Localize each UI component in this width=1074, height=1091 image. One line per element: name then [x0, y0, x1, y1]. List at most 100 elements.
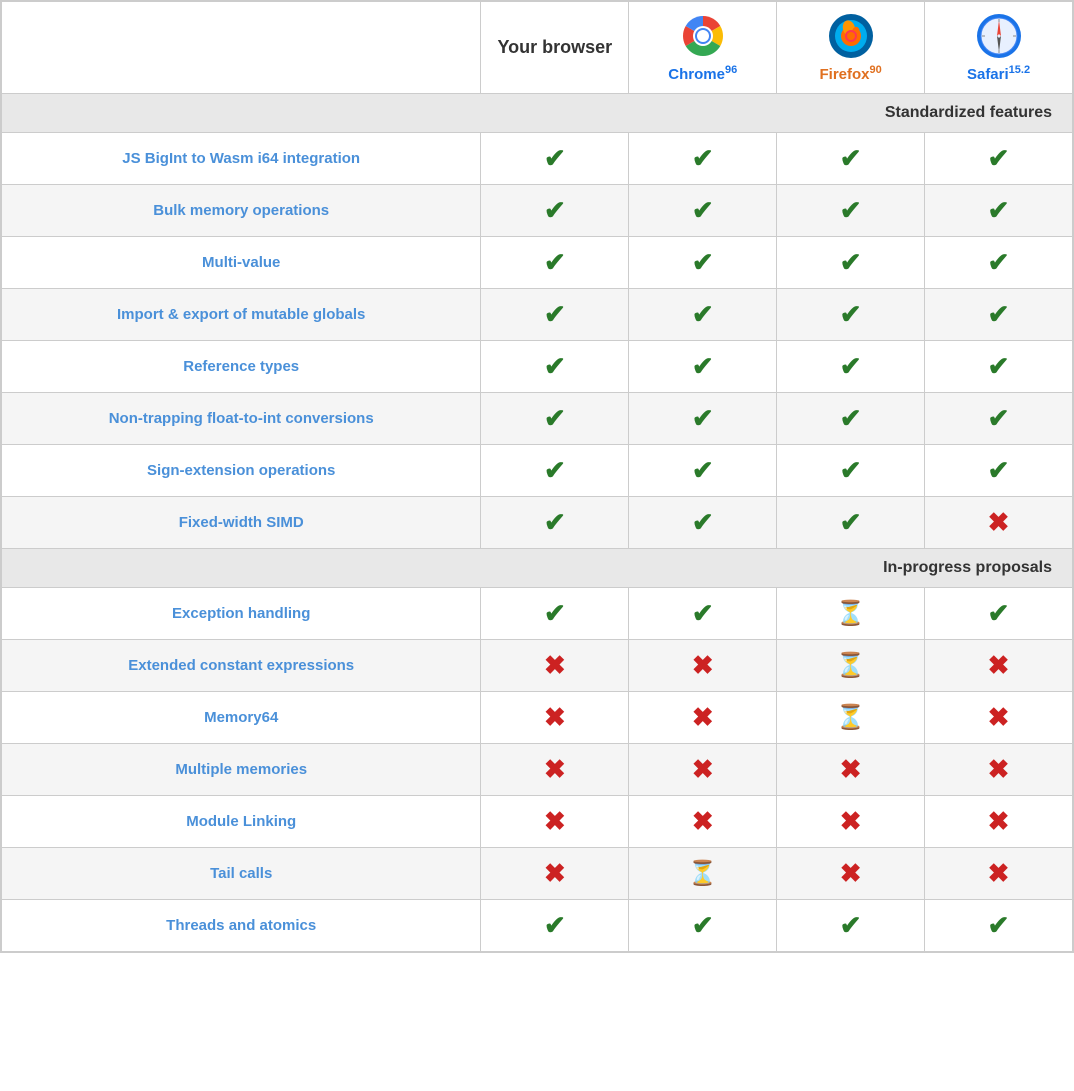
feature-name: Multiple memories	[2, 744, 481, 796]
safari-icon	[975, 12, 1023, 60]
safari-cell: ✖	[925, 744, 1073, 796]
firefox-version: 90	[870, 64, 882, 76]
feature-name: JS BigInt to Wasm i64 integration	[2, 133, 481, 185]
cross-icon: ✖	[988, 650, 1010, 680]
table-row: Reference types ✔ ✔ ✔ ✔	[2, 341, 1073, 393]
check-icon: ✔	[544, 195, 566, 225]
chrome-cell: ✔	[629, 445, 777, 497]
safari-cell: ✖	[925, 848, 1073, 900]
your-browser-cell: ✖	[481, 744, 629, 796]
firefox-cell: ⏳	[777, 640, 925, 692]
firefox-cell: ✔	[777, 133, 925, 185]
check-icon: ✔	[692, 403, 714, 433]
feature-name: Import & export of mutable globals	[2, 289, 481, 341]
cross-icon: ✖	[988, 702, 1010, 732]
check-icon: ✔	[840, 455, 862, 485]
check-icon: ✔	[692, 351, 714, 381]
safari-name: Safari15.2	[967, 64, 1030, 83]
feature-name: Multi-value	[2, 237, 481, 289]
safari-cell: ✖	[925, 796, 1073, 848]
hourglass-icon: ⏳	[688, 860, 718, 887]
chrome-cell: ✔	[629, 497, 777, 549]
check-icon: ✔	[544, 403, 566, 433]
safari-cell: ✔	[925, 900, 1073, 952]
check-icon: ✔	[988, 598, 1010, 628]
safari-cell: ✔	[925, 289, 1073, 341]
firefox-cell: ✔	[777, 289, 925, 341]
chrome-cell: ✔	[629, 185, 777, 237]
table-row: Threads and atomics ✔ ✔ ✔ ✔	[2, 900, 1073, 952]
check-icon: ✔	[840, 403, 862, 433]
table-row: Multi-value ✔ ✔ ✔ ✔	[2, 237, 1073, 289]
cross-icon: ✖	[988, 754, 1010, 784]
cross-icon: ✖	[544, 858, 566, 888]
chrome-cell: ✔	[629, 393, 777, 445]
cross-icon: ✖	[544, 650, 566, 680]
feature-col-header	[2, 2, 481, 94]
check-icon: ✔	[692, 598, 714, 628]
table-row: Bulk memory operations ✔ ✔ ✔ ✔	[2, 185, 1073, 237]
your-browser-header: Your browser	[481, 2, 629, 94]
firefox-cell: ✔	[777, 445, 925, 497]
cross-icon: ✖	[840, 806, 862, 836]
check-icon: ✔	[840, 910, 862, 940]
chrome-header: Chrome96	[629, 2, 777, 94]
chrome-name: Chrome96	[668, 64, 737, 83]
table-body: Standardized features JS BigInt to Wasm …	[2, 94, 1073, 952]
safari-cell: ✔	[925, 588, 1073, 640]
safari-cell: ✔	[925, 341, 1073, 393]
cross-icon: ✖	[988, 806, 1010, 836]
header-row: Your browser	[2, 2, 1073, 94]
hourglass-icon: ⏳	[836, 600, 866, 627]
safari-cell: ✖	[925, 692, 1073, 744]
your-browser-cell: ✔	[481, 237, 629, 289]
table-row: JS BigInt to Wasm i64 integration ✔ ✔ ✔ …	[2, 133, 1073, 185]
firefox-cell: ✖	[777, 848, 925, 900]
chrome-icon	[679, 12, 727, 60]
your-browser-cell: ✔	[481, 185, 629, 237]
check-icon: ✔	[544, 598, 566, 628]
firefox-cell: ✔	[777, 341, 925, 393]
safari-cell: ✖	[925, 497, 1073, 549]
section-header-1: In-progress proposals	[2, 549, 1073, 588]
your-browser-cell: ✖	[481, 848, 629, 900]
hourglass-icon: ⏳	[836, 652, 866, 679]
chrome-cell: ✖	[629, 796, 777, 848]
check-icon: ✔	[988, 299, 1010, 329]
firefox-cell: ✔	[777, 237, 925, 289]
chrome-cell: ✔	[629, 900, 777, 952]
check-icon: ✔	[544, 143, 566, 173]
check-icon: ✔	[988, 403, 1010, 433]
cross-icon: ✖	[692, 702, 714, 732]
table-row: Tail calls ✖ ⏳ ✖ ✖	[2, 848, 1073, 900]
your-browser-cell: ✖	[481, 692, 629, 744]
feature-name: Non-trapping float-to-int conversions	[2, 393, 481, 445]
check-icon: ✔	[544, 910, 566, 940]
your-browser-cell: ✔	[481, 393, 629, 445]
chrome-cell: ✔	[629, 237, 777, 289]
check-icon: ✔	[988, 247, 1010, 277]
check-icon: ✔	[840, 195, 862, 225]
table-row: Non-trapping float-to-int conversions ✔ …	[2, 393, 1073, 445]
firefox-cell: ✔	[777, 393, 925, 445]
section-title: In-progress proposals	[2, 549, 1073, 588]
section-header-0: Standardized features	[2, 94, 1073, 133]
firefox-cell: ✔	[777, 900, 925, 952]
check-icon: ✔	[544, 247, 566, 277]
feature-name: Bulk memory operations	[2, 185, 481, 237]
chrome-cell: ✔	[629, 133, 777, 185]
safari-cell: ✖	[925, 640, 1073, 692]
safari-header: Safari15.2	[925, 2, 1073, 94]
check-icon: ✔	[988, 351, 1010, 381]
your-browser-cell: ✖	[481, 796, 629, 848]
table-row: Memory64 ✖ ✖ ⏳ ✖	[2, 692, 1073, 744]
your-browser-cell: ✖	[481, 640, 629, 692]
safari-cell: ✔	[925, 237, 1073, 289]
cross-icon: ✖	[840, 858, 862, 888]
cross-icon: ✖	[988, 507, 1010, 537]
cross-icon: ✖	[988, 858, 1010, 888]
table-row: Fixed-width SIMD ✔ ✔ ✔ ✖	[2, 497, 1073, 549]
check-icon: ✔	[544, 455, 566, 485]
check-icon: ✔	[692, 507, 714, 537]
feature-name: Sign-extension operations	[2, 445, 481, 497]
